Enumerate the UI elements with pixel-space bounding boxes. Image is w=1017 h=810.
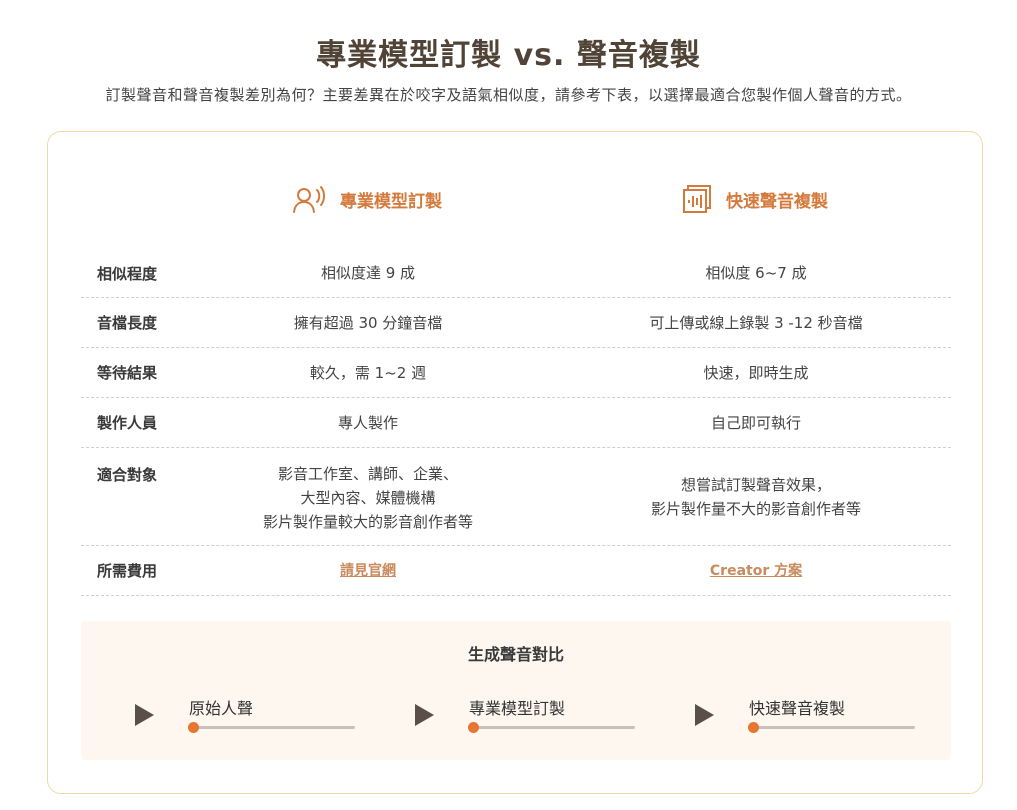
row-label: 所需費用 bbox=[97, 562, 158, 580]
page-title: 專業模型訂製 vs. 聲音複製 bbox=[316, 38, 701, 73]
player-label: 專業模型訂製 bbox=[469, 699, 566, 718]
row-label: 音檔長度 bbox=[97, 314, 158, 332]
cell-custom-model: 較久，需 1~2 週 bbox=[309, 363, 427, 382]
creator-plan-link[interactable]: Creator 方案 bbox=[606, 559, 906, 583]
player-label: 快速聲音複製 bbox=[749, 699, 846, 718]
cell-line: 影片製作量較大的影音創作者等 bbox=[262, 513, 473, 531]
play-icon bbox=[135, 704, 154, 726]
column-header-voice-clone: 快速聲音複製 bbox=[680, 184, 828, 214]
table-row: 音檔長度 擁有超過 30 分鐘音檔 可上傳或線上錄製 3 -12 秒音檔 bbox=[81, 298, 951, 348]
play-button[interactable] bbox=[131, 702, 157, 728]
play-button[interactable] bbox=[691, 702, 717, 728]
comparison-table: 相似程度 相似度達 9 成 相似度 6~7 成 音檔長度 擁有超過 30 分鐘音… bbox=[81, 249, 951, 596]
progress-knob[interactable] bbox=[468, 722, 479, 733]
table-row: 適合對象 影音工作室、講師、企業、 大型內容、媒體機構 影片製作量較大的影音創作… bbox=[81, 448, 951, 546]
row-label: 相似程度 bbox=[97, 264, 158, 283]
voice-comparison-panel: 生成聲音對比 原始人聲 專業模型訂製 快速聲音複製 bbox=[81, 621, 951, 760]
compare-title: 生成聲音對比 bbox=[467, 645, 564, 664]
cell-voice-clone: 可上傳或線上錄製 3 -12 秒音檔 bbox=[649, 313, 863, 332]
column-header-custom-model: 專業模型訂製 bbox=[292, 184, 442, 214]
cell-custom-model: 擁有超過 30 分鐘音檔 bbox=[293, 313, 443, 332]
play-button[interactable] bbox=[411, 702, 437, 728]
audio-player-voice-clone: 快速聲音複製 bbox=[691, 691, 931, 741]
cell-custom-model: 相似度達 9 成 bbox=[320, 264, 416, 282]
row-label: 等待結果 bbox=[97, 364, 158, 382]
play-icon bbox=[415, 704, 434, 726]
comparison-card: 專業模型訂製 快速聲音複製 相似程度 相似度達 9 成 相似度 6~7 成 音檔… bbox=[47, 131, 983, 794]
cell-custom-model: 影音工作室、講師、企業、 大型內容、媒體機構 影片製作量較大的影音創作者等 bbox=[243, 462, 493, 534]
table-row: 所需費用 請見官網 Creator 方案 bbox=[81, 546, 951, 596]
row-label: 製作人員 bbox=[97, 414, 158, 432]
cell-voice-clone: 相似度 6~7 成 bbox=[705, 264, 807, 282]
cell-line: 影音工作室、講師、企業、 bbox=[277, 465, 458, 483]
cell-custom-model: 專人製作 bbox=[337, 413, 398, 432]
progress-knob[interactable] bbox=[748, 722, 759, 733]
see-website-link[interactable]: 請見官網 bbox=[243, 559, 493, 583]
cell-voice-clone: 想嘗試訂製聲音效果， 影片製作量不大的影音創作者等 bbox=[606, 473, 906, 521]
progress-knob[interactable] bbox=[188, 722, 199, 733]
progress-track[interactable] bbox=[188, 722, 355, 733]
column-header-label: 專業模型訂製 bbox=[340, 191, 442, 212]
table-row: 等待結果 較久，需 1~2 週 快速，即時生成 bbox=[81, 348, 951, 398]
progress-track[interactable] bbox=[468, 722, 635, 733]
audio-player-original: 原始人聲 bbox=[131, 691, 371, 741]
cell-line: 影片製作量不大的影音創作者等 bbox=[650, 500, 861, 518]
column-header-label: 快速聲音複製 bbox=[726, 191, 828, 212]
cell-line: 大型內容、媒體機構 bbox=[300, 489, 436, 507]
cell-voice-clone: 快速，即時生成 bbox=[703, 363, 809, 382]
player-label: 原始人聲 bbox=[189, 699, 254, 718]
row-label: 適合對象 bbox=[97, 466, 158, 484]
audio-waveform-icon bbox=[680, 184, 712, 214]
speaking-person-icon bbox=[292, 184, 326, 214]
table-row: 製作人員 專人製作 自己即可執行 bbox=[81, 398, 951, 448]
progress-track[interactable] bbox=[748, 722, 915, 733]
cell-line: 想嘗試訂製聲音效果， bbox=[680, 476, 831, 494]
page-subtitle: 訂製聲音和聲音複製差別為何？主要差異在於咬字及語氣相似度，請參考下表，以選擇最適… bbox=[105, 86, 912, 104]
play-icon bbox=[695, 704, 714, 726]
table-row: 相似程度 相似度達 9 成 相似度 6~7 成 bbox=[81, 249, 951, 298]
audio-player-custom-model: 專業模型訂製 bbox=[411, 691, 651, 741]
cell-voice-clone: 自己即可執行 bbox=[710, 413, 801, 432]
